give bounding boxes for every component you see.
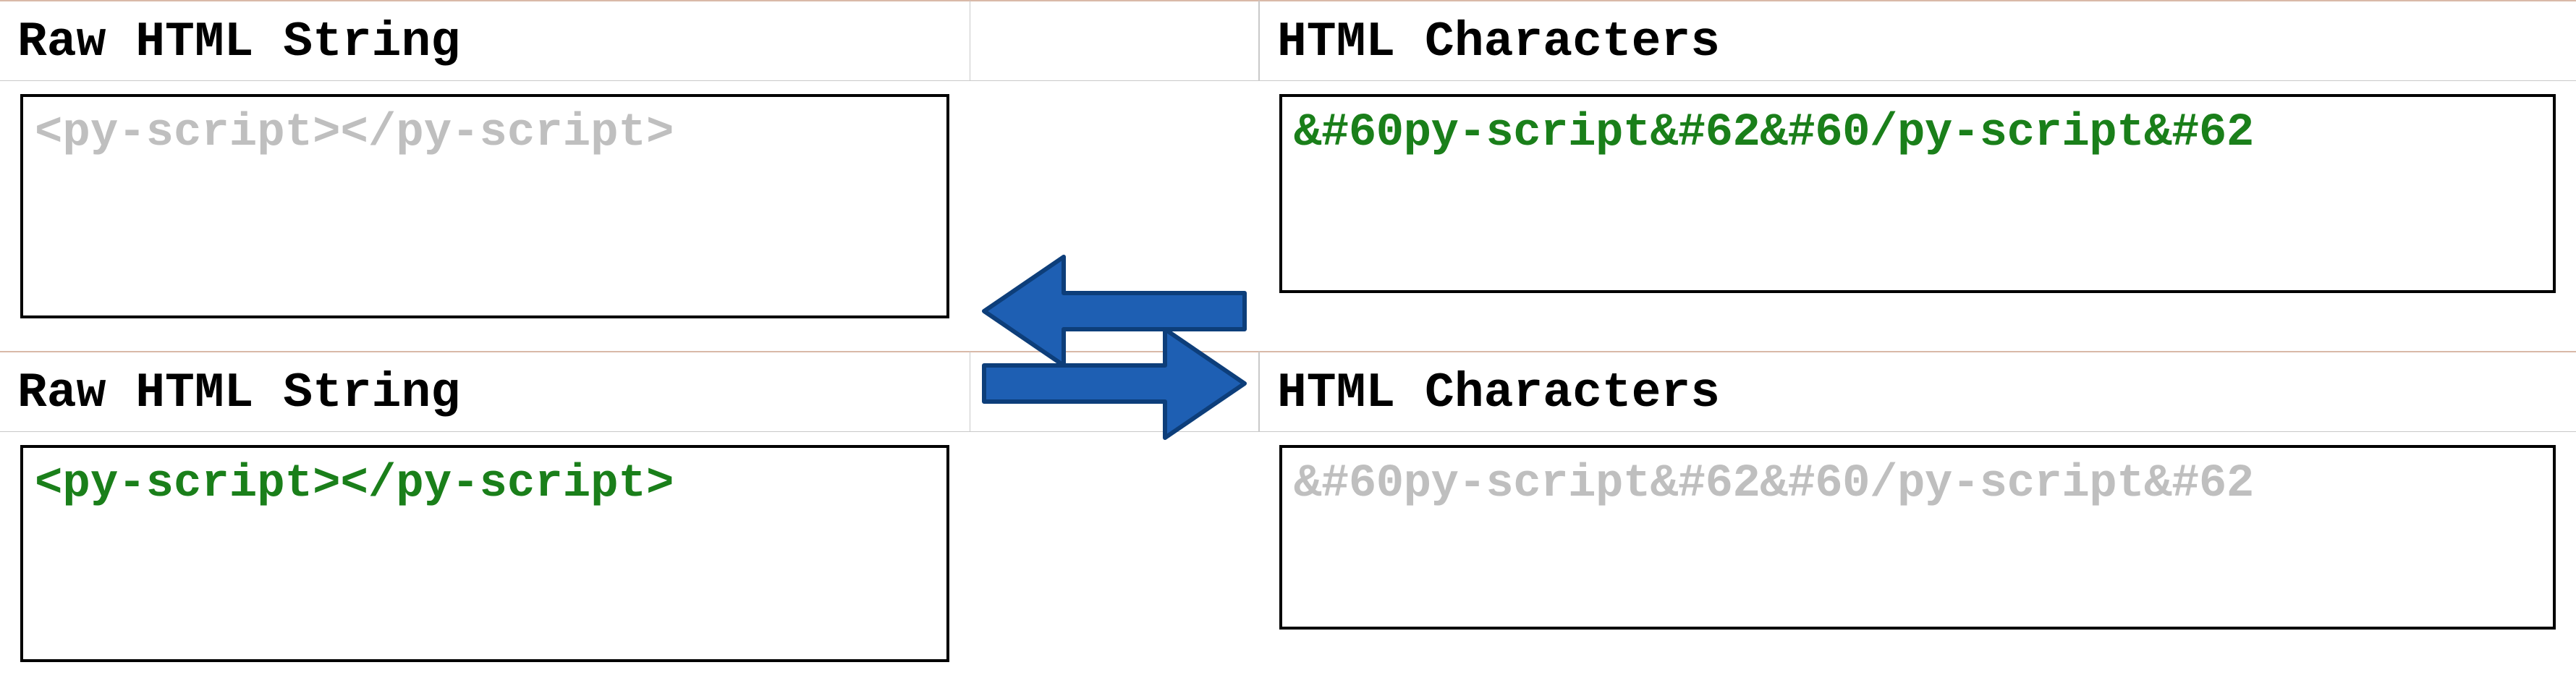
header-raw-top: Raw HTML String <box>0 0 970 81</box>
html-chars-output-top[interactable]: &#60py-script&#62&#60/py-script&#62 <box>1279 94 2556 293</box>
html-chars-value-top: &#60py-script&#62&#60/py-script&#62 <box>1294 107 2254 159</box>
html-chars-input-bottom[interactable]: &#60py-script&#62&#60/py-script&#62 <box>1279 445 2556 630</box>
raw-html-placeholder-top: <py-script></py-script> <box>35 107 674 159</box>
header-mid-top <box>970 0 1259 81</box>
html-chars-placeholder-bottom: &#60py-script&#62&#60/py-script&#62 <box>1294 458 2254 510</box>
raw-html-value-bottom: <py-script></py-script> <box>35 458 674 510</box>
raw-html-output-bottom[interactable]: <py-script></py-script> <box>20 445 949 662</box>
header-chars-top: HTML Characters <box>1259 0 2576 81</box>
header-mid-bottom <box>970 351 1259 432</box>
header-raw-bottom: Raw HTML String <box>0 351 970 432</box>
raw-html-input-top[interactable]: <py-script></py-script> <box>20 94 949 318</box>
header-chars-bottom: HTML Characters <box>1259 351 2576 432</box>
